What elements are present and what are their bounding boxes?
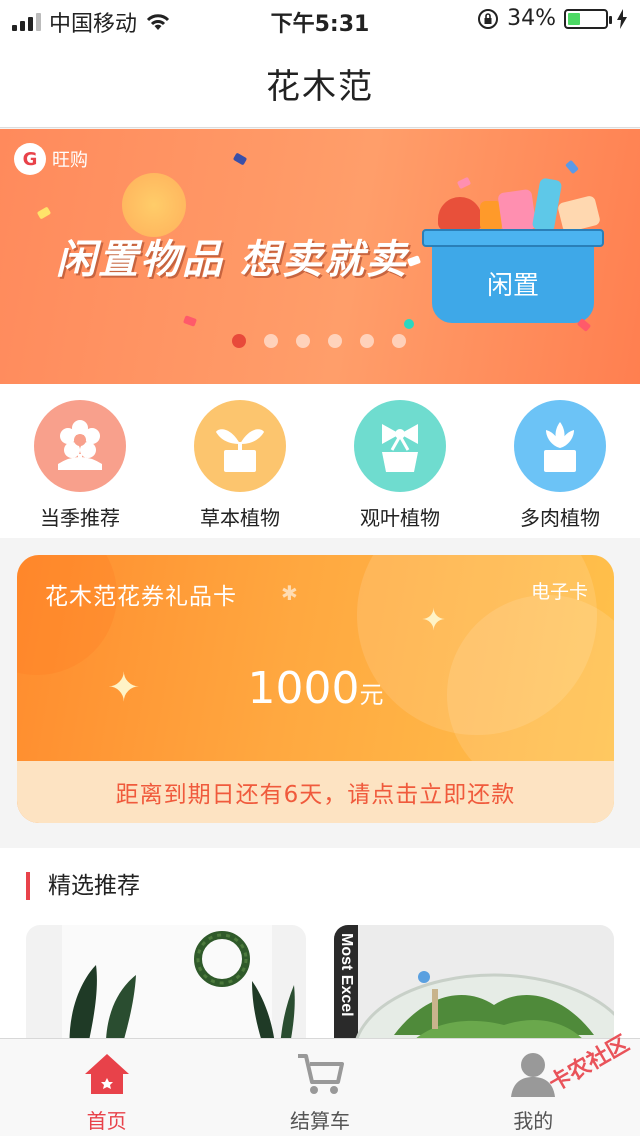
banner-pagination[interactable] [232,334,406,348]
basket-label: 闲置 [432,243,594,323]
banner-dot[interactable] [296,334,310,348]
banner-dot[interactable] [392,334,406,348]
gift-card-type: 电子卡 [530,581,588,603]
brand-name: 旺购 [52,150,88,171]
product-card[interactable] [26,925,306,1055]
banner-dot[interactable] [232,334,246,348]
section-title: 精选推荐 [26,872,140,900]
home-icon [82,1049,132,1099]
gift-card-amount-value: 1000 [247,663,360,714]
page-title: 花木范 [266,67,374,107]
battery-icon [564,8,612,29]
category-label: 草本植物 [200,506,280,530]
gift-card-section: ✦ ✦ ✱ 花木范花券礼品卡 电子卡 1000元 距离到期日还有6天，请点击立即… [0,538,640,848]
status-bar: 中国移动 下午5:31 34% [0,0,640,40]
rotation-lock-icon [478,8,499,29]
glass-terrarium-photo: Most Excel [334,925,614,1055]
status-right: 34% [477,6,628,31]
tab-label: 结算车 [289,1109,350,1133]
bow-pot-icon [354,400,446,492]
tab-label: 我的 [513,1109,554,1133]
category-nav: 当季推荐 草本植物 观叶植物 多肉植物 [0,384,640,538]
tab-bar: 首页 结算车 我的 [0,1038,640,1136]
promo-banner[interactable]: G 旺购 闲置物品 想卖就卖 闲置 [0,129,640,384]
tropical-leaves-wreath-photo [62,925,295,1055]
category-label: 当季推荐 [40,506,120,530]
flower-icon [34,400,126,492]
brand-logo-icon: G [14,143,46,175]
category-succulent[interactable]: 多肉植物 [480,384,640,538]
gift-card-title: 花木范花券礼品卡 [45,584,237,610]
charging-icon [617,8,627,29]
gift-card[interactable]: ✦ ✦ ✱ 花木范花券礼品卡 电子卡 1000元 距离到期日还有6天，请点击立即… [17,555,614,823]
navigation-bar: 花木范 [0,40,640,128]
banner-dot[interactable] [360,334,374,348]
gift-card-amount-unit: 元 [359,681,384,709]
succulent-icon [514,400,606,492]
sprout-pot-icon [194,400,286,492]
banner-slogan: 闲置物品 想卖就卖 [56,237,408,283]
banner-dot[interactable] [328,334,342,348]
tab-home[interactable]: 首页 [0,1039,213,1136]
featured-section: 精选推荐 Most Excel [0,848,640,1055]
gift-card-amount: 1000元 [17,663,614,714]
banner-brand: G 旺购 [14,143,88,175]
category-herbaceous[interactable]: 草本植物 [160,384,320,538]
category-label: 多肉植物 [520,506,600,530]
tab-cart[interactable]: 结算车 [213,1039,426,1136]
cart-icon [295,1049,345,1099]
basket-illustration: 闲置 [422,229,604,324]
category-foliage[interactable]: 观叶植物 [320,384,480,538]
repayment-notice[interactable]: 距离到期日还有6天，请点击立即还款 [17,761,614,823]
banner-dot[interactable] [264,334,278,348]
tab-label: 首页 [86,1109,127,1133]
category-label: 观叶植物 [360,506,440,530]
product-card[interactable]: Most Excel [334,925,614,1055]
category-seasonal[interactable]: 当季推荐 [0,384,160,538]
battery-percent: 34% [507,6,556,31]
book-spine-text: Most Excel [338,933,355,1017]
